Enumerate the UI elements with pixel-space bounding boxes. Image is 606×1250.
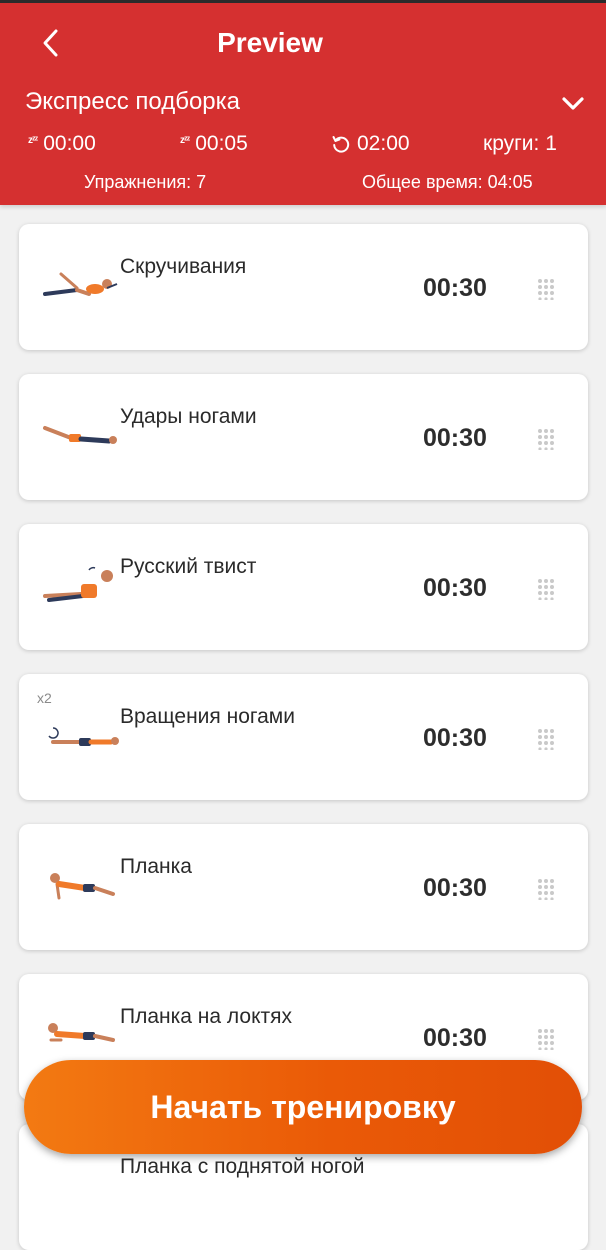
exercise-card[interactable]: Планка 00:30 — [19, 824, 588, 950]
rest-between-rounds-value: 02:00 — [357, 132, 410, 155]
drag-handle-icon[interactable] — [537, 728, 555, 750]
russian-twist-icon — [43, 566, 113, 602]
exercise-duration[interactable]: 00:30 — [423, 572, 487, 604]
exercise-duration[interactable]: 00:30 — [423, 722, 487, 754]
page-title: Preview — [217, 27, 323, 58]
repeat-badge: x2 — [37, 690, 52, 706]
sleep-zz-icon: zᶻᶻ — [180, 135, 190, 146]
drag-handle-icon[interactable] — [537, 278, 555, 300]
exercise-name: Планка — [120, 855, 192, 878]
exercise-name: Вращения ногами — [120, 705, 295, 728]
exercise-duration[interactable]: 00:30 — [423, 872, 487, 904]
elbow-plank-icon — [48, 1023, 115, 1042]
exercise-card[interactable]: x2 Вращения ногами 00:30 — [19, 674, 588, 800]
repeat-icon — [332, 136, 350, 153]
exercise-card[interactable]: Удары ногами 00:30 — [19, 374, 588, 500]
exercise-name: Планка с поднятой ногой — [120, 1155, 365, 1178]
chevron-down-icon — [562, 97, 584, 110]
exercise-duration[interactable]: 00:30 — [423, 422, 487, 454]
exercise-name: Скручивания — [120, 255, 247, 278]
expand-button[interactable] — [558, 90, 588, 118]
total-time: Общее время: 04:05 — [362, 172, 533, 192]
rest-between-sets-value: 00:05 — [195, 132, 248, 155]
rest-between-exercises-value: 00:00 — [43, 132, 96, 155]
status-strip — [0, 0, 606, 3]
exercise-duration[interactable]: 00:30 — [423, 272, 487, 304]
exercise-name: Планка на локтях — [120, 1005, 292, 1028]
drag-handle-icon[interactable] — [537, 878, 555, 900]
sleep-zz-icon: zᶻᶻ — [28, 135, 38, 146]
flutter-kicks-icon — [43, 426, 117, 444]
drag-handle-icon[interactable] — [537, 428, 555, 450]
crunches-icon — [43, 272, 118, 296]
drag-handle-icon[interactable] — [537, 578, 555, 600]
exercise-duration[interactable]: 00:30 — [423, 1022, 487, 1054]
start-workout-button[interactable]: Начать тренировку — [24, 1060, 582, 1154]
workout-name: Экспресс подборка — [25, 88, 241, 115]
rest-between-sets[interactable]: zᶻᶻ 00:05 — [180, 130, 248, 158]
exercises-count: Упражнения: 7 — [84, 172, 207, 192]
rest-between-exercises[interactable]: zᶻᶻ 00:00 — [28, 130, 96, 158]
header-bar: Preview Экспресс подборка zᶻᶻ 00:00 zᶻᶻ … — [0, 0, 606, 205]
exercise-name: Русский твист — [120, 555, 257, 578]
exercise-card[interactable]: Русский твист 00:30 — [19, 524, 588, 650]
leg-circles-icon — [48, 727, 119, 746]
exercise-card[interactable]: Скручивания 00:30 — [19, 224, 588, 350]
rest-between-rounds[interactable]: 02:00 — [331, 130, 410, 158]
plank-icon — [50, 873, 115, 900]
drag-handle-icon[interactable] — [537, 1028, 555, 1050]
exercise-name: Удары ногами — [120, 405, 257, 428]
rounds-count[interactable]: круги: 1 — [483, 130, 557, 158]
